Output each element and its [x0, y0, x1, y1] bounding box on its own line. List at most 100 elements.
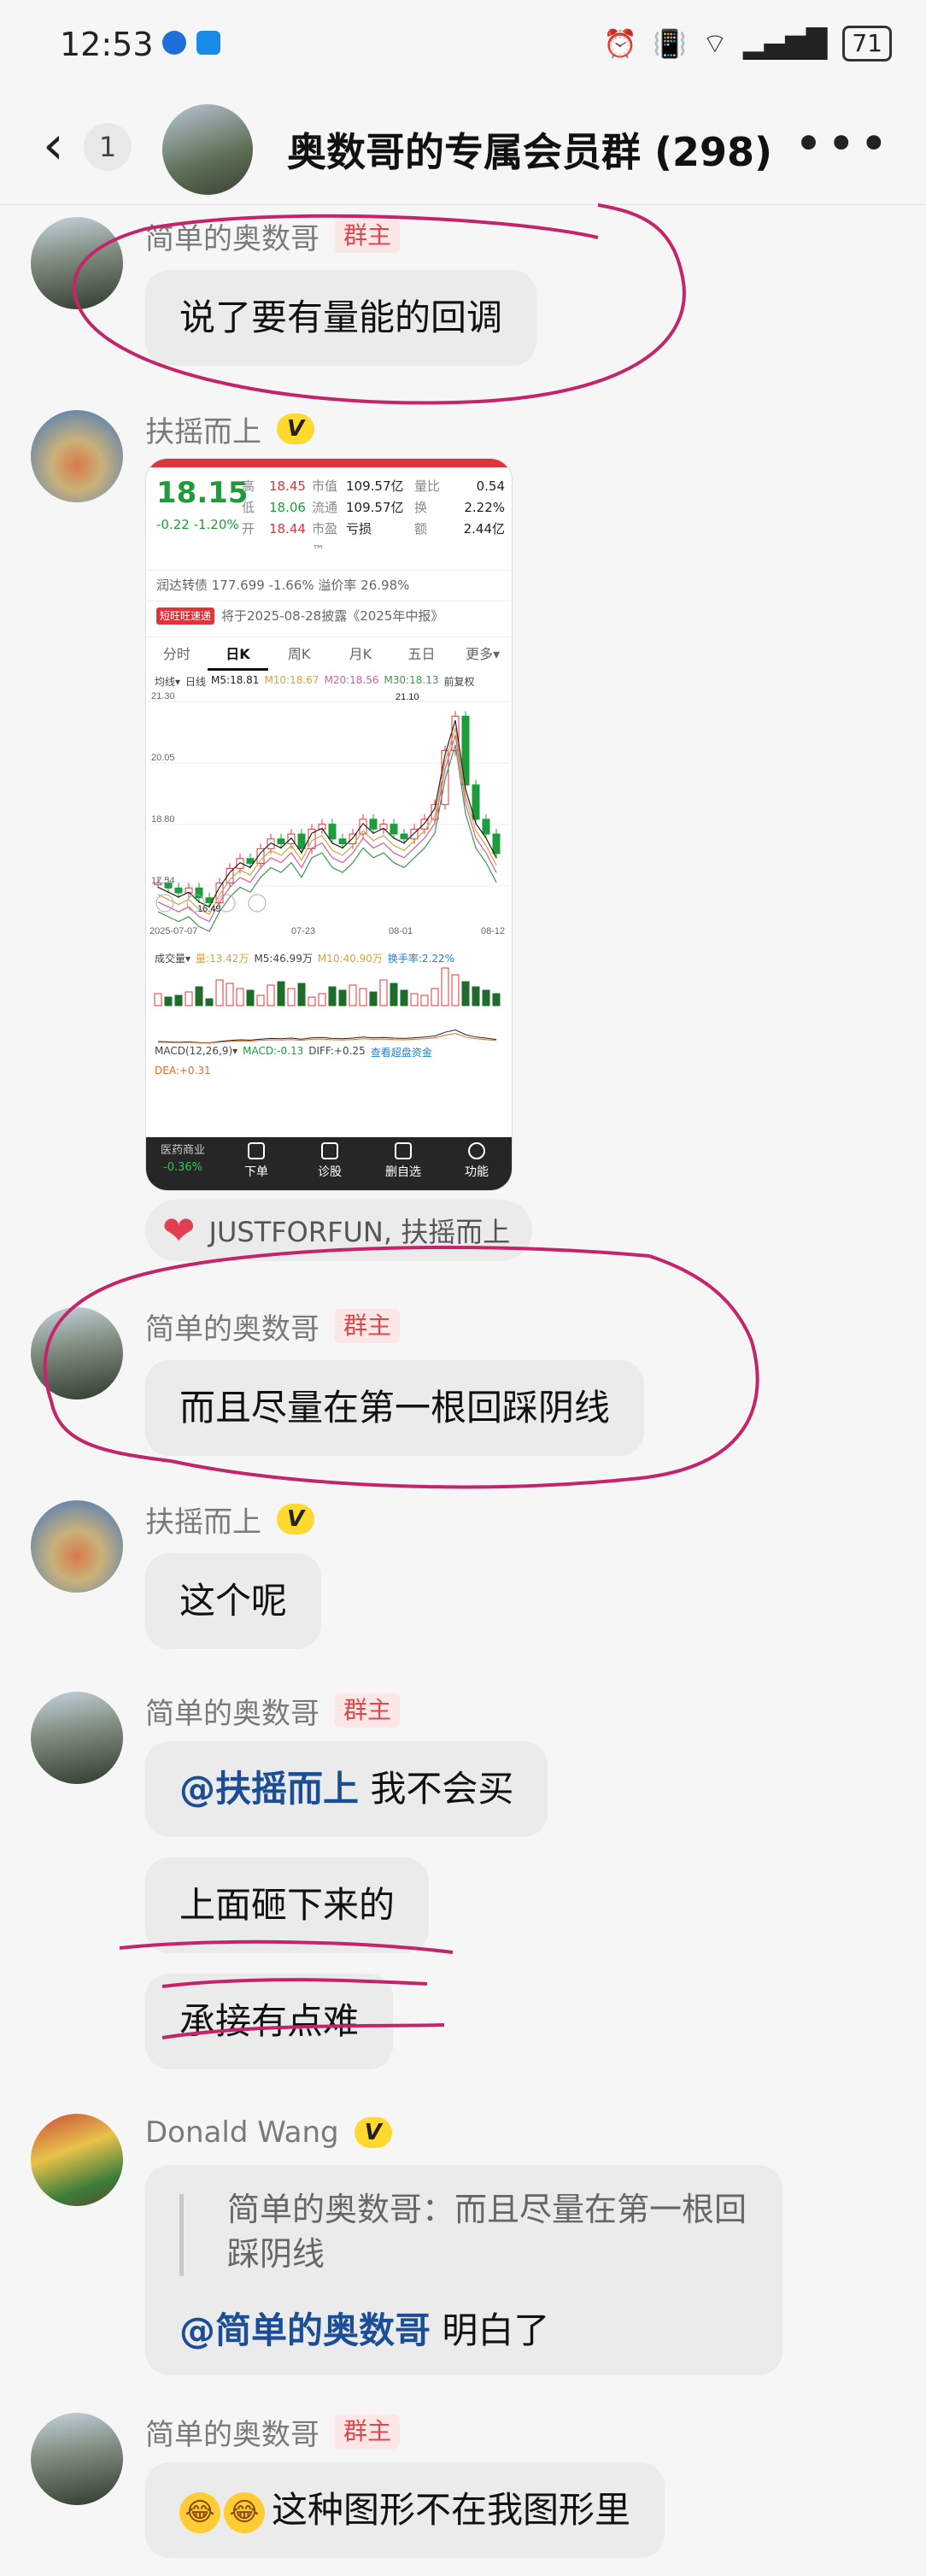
- functions-icon: [468, 1142, 485, 1159]
- sector-name: 医药商业: [160, 1144, 205, 1157]
- nav-remove-label: 删自选: [385, 1165, 421, 1179]
- more-options-icon[interactable]: •••: [794, 114, 892, 173]
- ma-info: 均线▾ 日线 M5:18.81 M10:18.67 M20:18.56 M30:…: [155, 674, 510, 689]
- candle-body: [277, 838, 285, 845]
- avatar[interactable]: [31, 410, 123, 502]
- message-bubble[interactable]: 😂 😂 这种图形不在我图形里: [145, 2462, 665, 2558]
- candle-body: [482, 819, 490, 835]
- volume-bar: [308, 996, 316, 1006]
- volume-bar: [420, 995, 429, 1006]
- candle-body: [492, 833, 501, 854]
- mention-link[interactable]: @扶摇而上: [179, 1768, 359, 1810]
- date-label: 08-12: [481, 926, 505, 936]
- avatar[interactable]: [31, 2413, 123, 2505]
- battery-icon: 71: [842, 26, 892, 62]
- sender-row: 简单的奥数哥 群主: [145, 1690, 401, 1732]
- sender-name[interactable]: 扶摇而上: [145, 408, 261, 450]
- volume-bar: [195, 986, 203, 1006]
- convertible-line: 润达转债 177.699 -1.66% 溢价率 26.98%: [146, 570, 512, 600]
- nav-functions-label: 功能: [465, 1165, 489, 1179]
- date-label: 2025-07-07: [149, 926, 197, 936]
- vip-badge: V: [277, 414, 314, 444]
- chart-control-icon: [155, 894, 174, 912]
- sender-name[interactable]: 简单的奥数哥: [145, 1306, 319, 1347]
- volume-bar: [492, 993, 501, 1006]
- nav-remove-watch: 删自选: [366, 1137, 440, 1190]
- quote-label: 高: [242, 478, 255, 494]
- reaction-bar[interactable]: ❤ JUSTFORFUN, 扶摇而上: [145, 1200, 533, 1261]
- message-bubble[interactable]: 说了要有量能的回调: [145, 270, 537, 366]
- notice-text: 将于2025-08-28披露《2025年中报》: [221, 608, 444, 624]
- sender-name[interactable]: 简单的奥数哥: [145, 2411, 319, 2453]
- status-time: 12:53: [60, 26, 154, 63]
- message-bubble[interactable]: @扶摇而上 我不会买: [145, 1741, 548, 1837]
- message-bubble[interactable]: 而且尽量在第一根回踩阴线: [145, 1360, 645, 1456]
- volume-bar: [205, 998, 214, 1006]
- quote-reply-bubble[interactable]: 简单的奥数哥：而且尽量在第一根回踩阴线 @简单的奥数哥 明白了: [145, 2165, 782, 2375]
- message-bubble[interactable]: 承接有点难: [145, 1974, 394, 2069]
- quote-bar: [179, 2194, 184, 2276]
- volume-bar: [400, 989, 408, 1006]
- chart-tab[interactable]: 五日: [391, 637, 453, 671]
- quote-value: 18.06: [269, 500, 306, 515]
- message-text: 我不会买: [359, 1768, 514, 1810]
- vip-badge: V: [277, 1504, 314, 1534]
- volume-bar: [318, 993, 326, 1006]
- alipay-icon: [196, 31, 220, 55]
- notice-tag: 短旺旺速递: [156, 607, 215, 625]
- volume-bar: [451, 974, 460, 1006]
- volume-bar: [174, 995, 183, 1006]
- sender-name[interactable]: 简单的奥数哥: [145, 215, 319, 257]
- high-mark: 21.10: [396, 692, 419, 702]
- ma-period: 日线: [185, 676, 207, 688]
- avatar[interactable]: [31, 2114, 123, 2206]
- nav-diagnose-label: 诊股: [318, 1165, 342, 1179]
- volume-bar: [410, 993, 419, 1006]
- sender-name[interactable]: 扶摇而上: [145, 1499, 261, 1540]
- chart-tab[interactable]: 周K: [268, 637, 330, 671]
- adjust-mode: 前复权: [443, 676, 475, 688]
- chart-tab[interactable]: 分时: [146, 637, 208, 671]
- volume-bar: [349, 984, 357, 1006]
- group-avatar[interactable]: [162, 104, 253, 195]
- low-mark: 16.49: [197, 904, 221, 914]
- sender-name[interactable]: Donald Wang: [145, 2115, 339, 2150]
- ma-line: [157, 719, 497, 908]
- mention-link[interactable]: @简单的奥数哥: [179, 2309, 431, 2351]
- nav-diagnose: 诊股: [293, 1137, 366, 1190]
- avatar[interactable]: [31, 1307, 123, 1399]
- candle-body: [246, 858, 255, 865]
- volume-bar: [338, 989, 347, 1006]
- message-bubble[interactable]: 这个呢: [145, 1553, 322, 1649]
- quote-value: 18.45: [269, 478, 306, 494]
- date-label: 07-23: [291, 926, 315, 936]
- kline-chart: 21.3020.0518.8017.5421.1016.492025-07-07…: [149, 691, 510, 1044]
- avatar[interactable]: [31, 1500, 123, 1593]
- sender-row: 扶摇而上 V: [145, 408, 314, 450]
- sender-name[interactable]: 简单的奥数哥: [145, 1690, 319, 1732]
- ma20-value: M20:18.56: [324, 674, 379, 686]
- candle-body: [154, 883, 162, 886]
- notice-line: 短旺旺速递 将于2025-08-28披露《2025年中报》: [146, 601, 512, 631]
- back-icon[interactable]: ‹: [43, 119, 64, 172]
- candle-body: [338, 838, 347, 845]
- date-label: 08-01: [389, 926, 413, 936]
- quote-value: 亏损: [346, 521, 372, 537]
- message-bubble[interactable]: 上面砸下来的: [145, 1857, 430, 1953]
- owner-badge: 群主: [335, 1693, 401, 1728]
- nav-functions: 功能: [440, 1137, 512, 1190]
- chart-tab[interactable]: 更多▾: [452, 637, 512, 671]
- group-title[interactable]: 奥数哥的专属会员群 (298): [287, 121, 772, 178]
- unread-count-badge[interactable]: 1: [84, 123, 132, 171]
- volume-bar: [297, 983, 306, 1006]
- macd-diff-line: [157, 1029, 497, 1044]
- ma-type: 均线▾: [155, 676, 181, 688]
- chart-tab[interactable]: 日K: [207, 637, 269, 671]
- stock-screenshot-image[interactable]: 18.15 -0.22 -1.20% 高 18.45 市值 109.57亿 量比 0.54…: [145, 458, 513, 1191]
- quote-value: 18.44: [269, 521, 306, 537]
- macd-dea: DEA:+0.31: [155, 1065, 211, 1077]
- avatar[interactable]: [31, 1692, 123, 1784]
- avatar[interactable]: [31, 217, 123, 309]
- chart-tab[interactable]: 月K: [330, 637, 391, 671]
- heart-icon: ❤: [162, 1207, 196, 1253]
